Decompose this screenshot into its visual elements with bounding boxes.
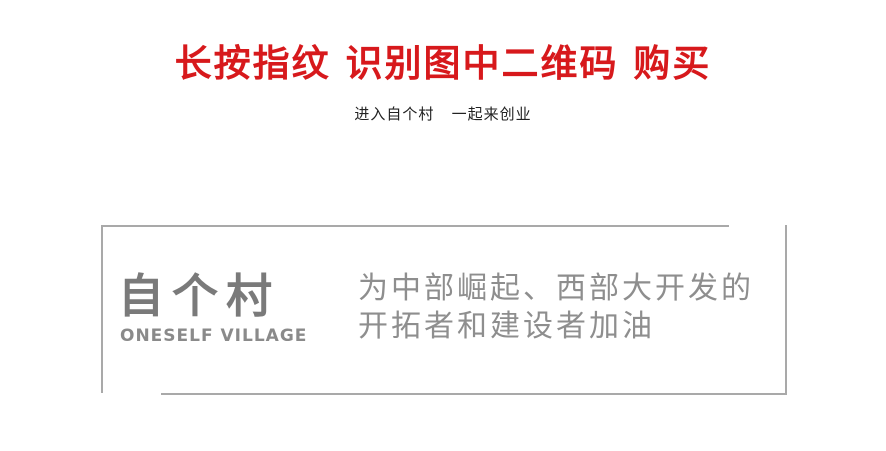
slogan-line-1: 为中部崛起、西部大开发的	[358, 271, 754, 306]
logo-english-name: ONESELF VILLAGE	[120, 326, 308, 346]
subline-text: 进入自个村 一起来创业	[354, 105, 532, 123]
headline-text: 长按指纹 识别图中二维码 购买	[174, 42, 712, 85]
frame-right-line	[785, 225, 787, 395]
logo-mark-text: 自个村	[118, 269, 280, 323]
slogan-block: 为中部崛起、西部大开发的 开拓者和建设者加油	[358, 270, 778, 346]
brand-logo: 自个村 ONESELF VILLAGE	[118, 270, 328, 350]
slogan-line-2: 开拓者和建设者加油	[358, 309, 655, 344]
frame-top-line	[101, 225, 729, 227]
frame-bottom-line	[161, 393, 787, 395]
frame-left-line	[101, 225, 103, 393]
